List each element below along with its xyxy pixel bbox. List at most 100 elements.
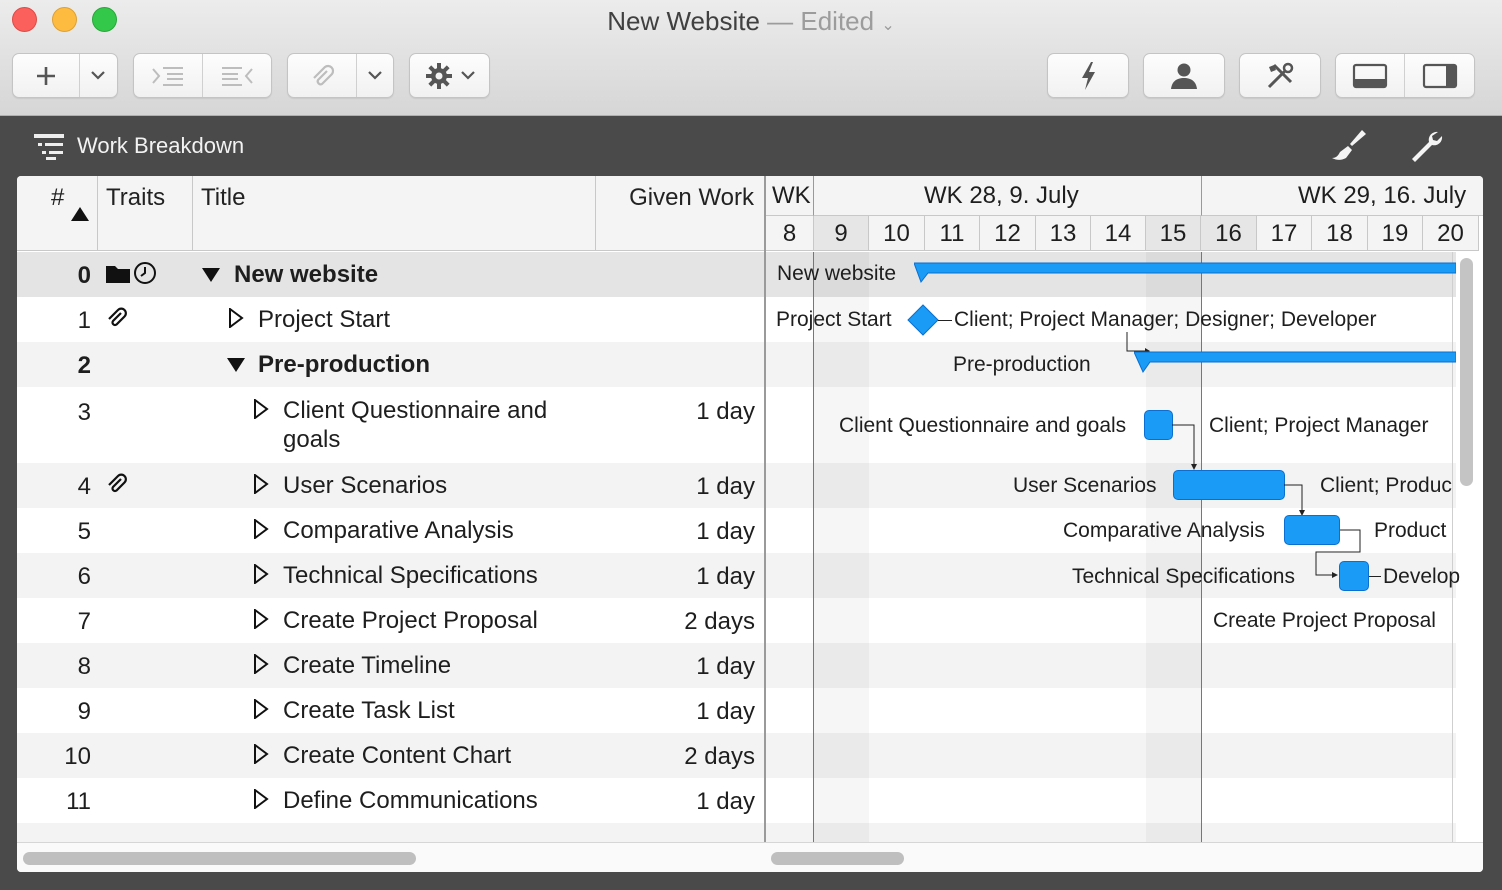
table-row[interactable]: 11 Define Communications 1 day	[17, 778, 765, 823]
table-row[interactable]: 6 Technical Specifications 1 day	[17, 553, 765, 598]
row-number: 7	[77, 608, 91, 635]
table-row[interactable]: 4 User Scenarios 1 day	[17, 463, 765, 508]
gantt-summary-bar[interactable]	[914, 262, 1456, 284]
gantt-task-bar[interactable]	[1339, 561, 1369, 591]
table-row[interactable]: 1 Project Start	[17, 297, 765, 342]
chevron-down-icon	[368, 70, 382, 80]
document-name: New Website	[607, 6, 760, 36]
task-title: Create Content Chart	[283, 742, 512, 769]
task-title: Create Task List	[283, 697, 455, 724]
table-row[interactable]: 10 Create Content Chart 2 days	[17, 733, 765, 778]
action-menu-group	[409, 53, 490, 98]
gantt-milestone[interactable]	[906, 303, 940, 337]
table-row[interactable]: 7 Create Project Proposal 2 days	[17, 598, 765, 643]
gantt-task-label: Create Project Proposal	[1213, 609, 1436, 632]
table-row[interactable]: 2 Pre-production	[17, 342, 765, 387]
side-pane-button[interactable]	[1405, 54, 1474, 97]
outdent-button[interactable]	[203, 54, 271, 97]
gantt-row	[766, 778, 1456, 823]
tools-group	[1239, 53, 1321, 98]
add-task-button[interactable]	[13, 54, 80, 97]
action-menu-button[interactable]	[410, 54, 489, 97]
disclosure-collapsed-icon[interactable]	[253, 564, 269, 584]
pane-toggle-group	[1335, 53, 1475, 98]
chevron-down-icon	[91, 70, 106, 80]
gantt-task-bar[interactable]	[1144, 410, 1173, 440]
day-header: 16	[1201, 216, 1257, 251]
level-group	[1047, 53, 1129, 98]
table-row[interactable]: 9 Create Task List 1 day	[17, 688, 765, 733]
row-number: 10	[64, 743, 91, 770]
wrench-icon[interactable]	[1408, 128, 1448, 164]
table-row[interactable]	[17, 823, 765, 843]
gantt-task-label: Pre-production	[953, 353, 1091, 376]
day-header: 10	[869, 216, 925, 251]
side-pane-icon	[1422, 63, 1457, 88]
column-header-traits[interactable]: Traits	[98, 176, 193, 251]
resources-button[interactable]	[1144, 54, 1224, 97]
add-task-menu-button[interactable]	[80, 54, 117, 97]
add-task-group	[12, 53, 118, 98]
column-header-given-work[interactable]: Given Work	[596, 176, 765, 251]
weekend-shade	[1146, 252, 1201, 842]
sort-ascending-icon	[71, 207, 89, 221]
indent-icon	[152, 66, 183, 86]
gantt-horizontal-scrollbar[interactable]	[771, 852, 904, 865]
week-divider	[813, 252, 814, 842]
gantt-task-label: User Scenarios	[1013, 474, 1157, 497]
disclosure-expanded-icon[interactable]	[226, 357, 246, 373]
chevron-down-icon[interactable]: ⌄	[881, 17, 894, 34]
tools-button[interactable]	[1240, 54, 1320, 97]
column-header-title[interactable]: Title	[193, 176, 596, 251]
table-row[interactable]: 3 Client Questionnaire and goals 1 day	[17, 387, 765, 463]
day-header: 19	[1368, 216, 1423, 251]
disclosure-collapsed-icon[interactable]	[253, 399, 269, 419]
vertical-scrollbar[interactable]	[1460, 258, 1473, 486]
bottom-pane-button[interactable]	[1336, 54, 1405, 97]
table-row[interactable]: 8 Create Timeline 1 day	[17, 643, 765, 688]
disclosure-collapsed-icon[interactable]	[253, 789, 269, 809]
dependency-arrow	[1284, 484, 1305, 516]
attach-button[interactable]	[288, 54, 357, 97]
gantt-summary-bar[interactable]	[1134, 351, 1456, 375]
disclosure-collapsed-icon[interactable]	[253, 699, 269, 719]
day-header: 17	[1257, 216, 1312, 251]
disclosure-expanded-icon[interactable]	[201, 267, 221, 283]
work-breakdown-panel: # Traits Title Given Work 0 New website …	[17, 176, 1483, 872]
row-number: 8	[77, 653, 91, 680]
day-header: 14	[1091, 216, 1146, 251]
disclosure-collapsed-icon[interactable]	[253, 609, 269, 629]
day-header: 15	[1146, 216, 1201, 251]
disclosure-collapsed-icon[interactable]	[228, 308, 244, 328]
attach-menu-button[interactable]	[357, 54, 393, 97]
indent-button[interactable]	[134, 54, 203, 97]
task-title: User Scenarios	[283, 472, 448, 499]
gear-icon	[425, 62, 452, 89]
dependency-line	[938, 320, 952, 321]
disclosure-collapsed-icon[interactable]	[253, 474, 269, 494]
table-row[interactable]: 0 New website	[17, 252, 765, 297]
given-work: 1 day	[696, 788, 755, 815]
day-header: 12	[980, 216, 1036, 251]
gantt-task-label: Client Questionnaire and goals	[839, 414, 1127, 437]
window-title[interactable]: New Website — Edited ⌄	[0, 6, 1502, 37]
gantt-task-bar[interactable]	[1173, 470, 1285, 500]
level-button[interactable]	[1048, 54, 1128, 97]
gantt-row	[766, 643, 1456, 688]
week-label: WK	[772, 182, 811, 209]
gantt-row	[766, 688, 1456, 733]
dependency-line	[1369, 576, 1381, 577]
disclosure-collapsed-icon[interactable]	[253, 519, 269, 539]
outline-horizontal-scrollbar[interactable]	[23, 852, 416, 865]
row-number: 0	[77, 262, 91, 289]
column-header-number[interactable]: #	[17, 176, 98, 251]
table-row[interactable]: 5 Comparative Analysis 1 day	[17, 508, 765, 553]
attachment-group	[287, 53, 394, 98]
gantt-resource-label: Product	[1374, 519, 1447, 542]
dependency-arrow	[1172, 424, 1197, 470]
disclosure-collapsed-icon[interactable]	[253, 654, 269, 674]
disclosure-collapsed-icon[interactable]	[253, 744, 269, 764]
paperclip-icon	[108, 473, 127, 493]
bottom-pane-icon	[1352, 63, 1388, 88]
brush-icon[interactable]	[1328, 128, 1368, 164]
